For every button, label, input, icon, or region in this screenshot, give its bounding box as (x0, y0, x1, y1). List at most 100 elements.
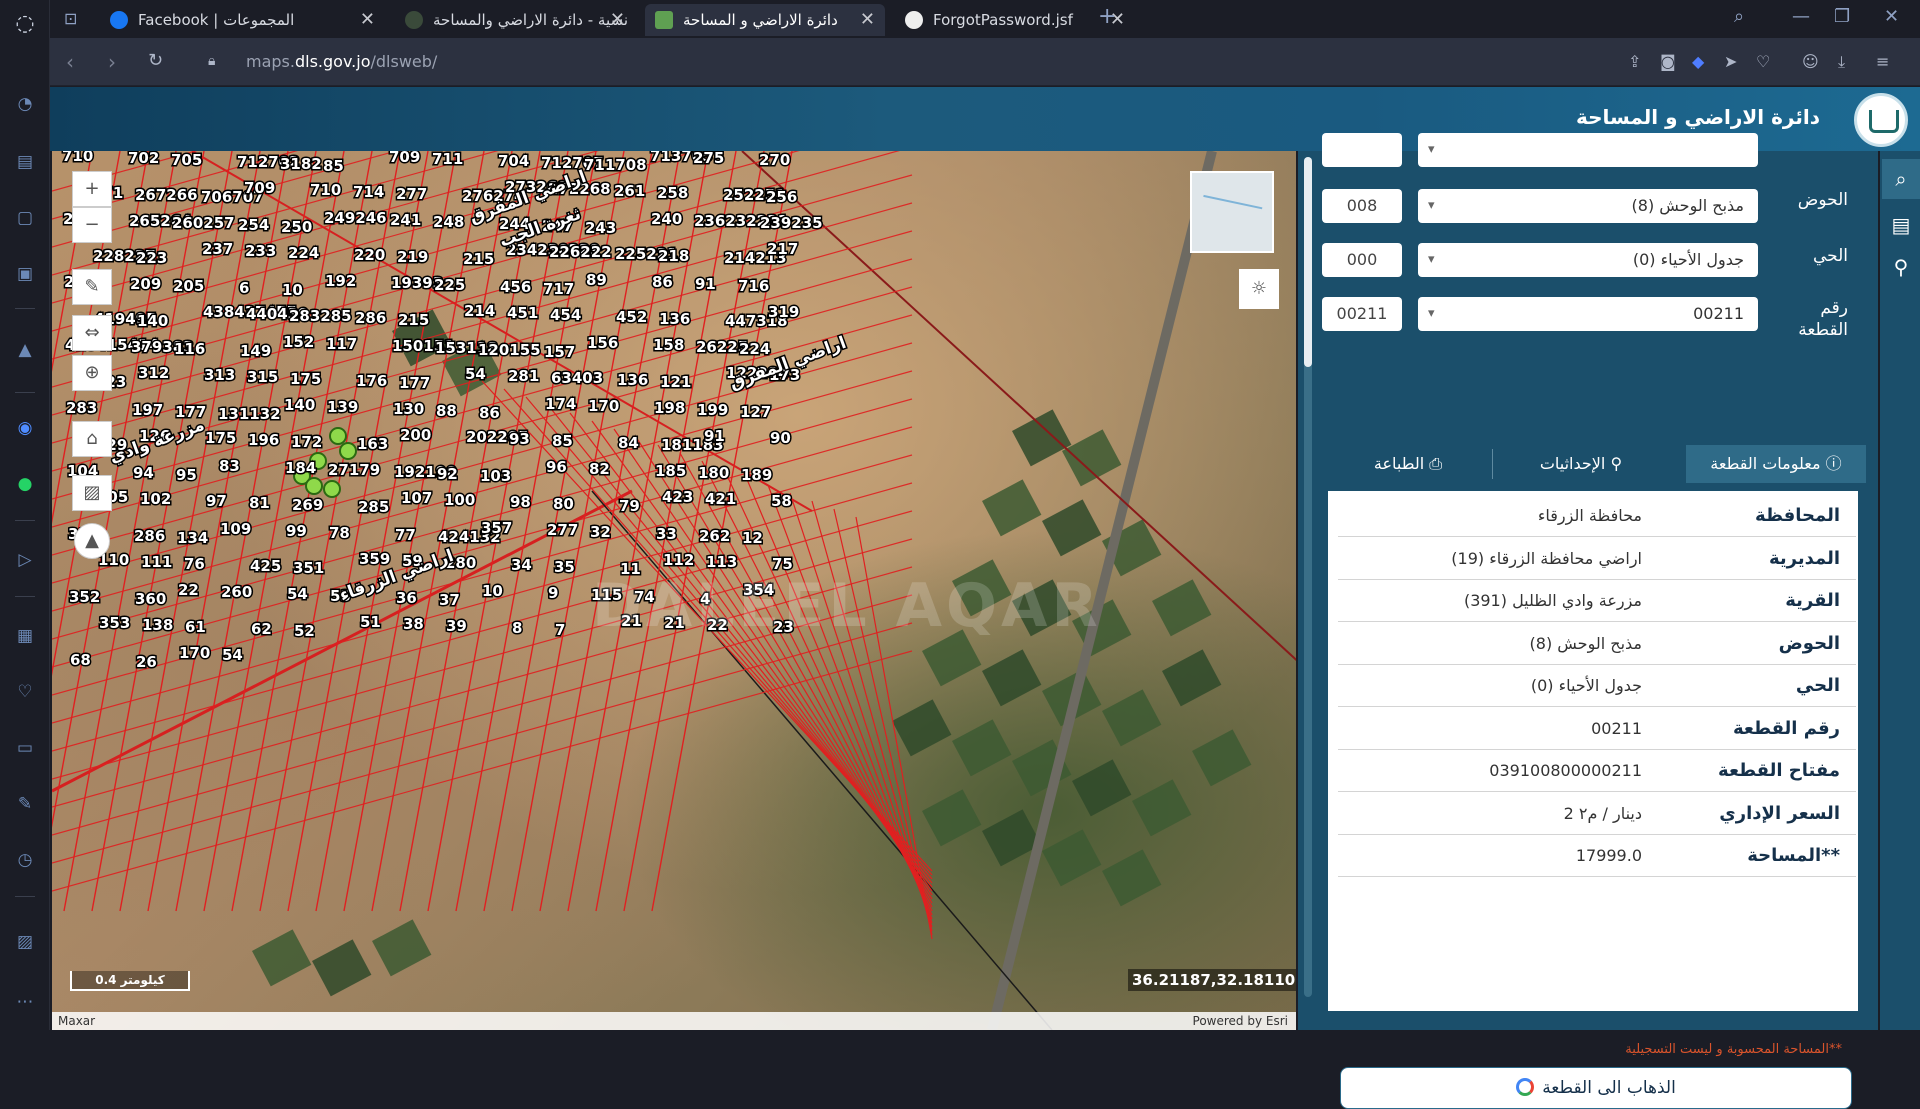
favorite-icon[interactable]: ♡ (1756, 52, 1770, 71)
parcel-number-label: 26 (136, 653, 157, 671)
tab-facebook[interactable]: Facebook | المجموعات ✕ (100, 4, 385, 36)
parcel-number-label: 711 (432, 151, 463, 168)
close-tab-icon[interactable]: ✕ (360, 4, 375, 36)
panel-side-icons: ⌕ ▤ ⚲ (1880, 151, 1920, 1030)
tab-dls-active[interactable]: دائرة الاراضي و المساحة ✕ (645, 4, 885, 36)
locate-icon[interactable]: ⊕ (72, 355, 112, 391)
crop-field (1152, 579, 1212, 637)
tab-print[interactable]: الطباعة ⎙ (1328, 445, 1488, 483)
selection-vertex (323, 480, 341, 498)
history-icon[interactable]: ◷ (13, 848, 37, 872)
bookmarks-heart-icon[interactable]: ♡ (13, 680, 37, 704)
pinboard-icon[interactable]: ✎ (13, 792, 37, 816)
basemap-toggle-button[interactable]: ☼ (1239, 269, 1279, 309)
layers-icon[interactable]: ▨ (72, 475, 112, 511)
parcel-number-label: 112 (663, 551, 694, 569)
parcel-number-label: 54 (287, 585, 308, 603)
location-pin-icon[interactable]: ⚲ (1889, 255, 1913, 279)
parcel-number-label: 277 (547, 521, 578, 539)
esri-credit[interactable]: Powered by Esri (1193, 1012, 1288, 1030)
extensions-icon[interactable]: ▣ (13, 262, 37, 286)
snapshot-icon[interactable]: ▨ (13, 930, 37, 954)
map-view[interactable]: 710 702 705 712702 3182 85 709 711 704 712707 7117… (52, 151, 1296, 1030)
reload-icon[interactable]: ↻ (148, 50, 163, 71)
sidebar-divider (15, 596, 35, 597)
basin-code-field[interactable]: 008 (1322, 189, 1402, 223)
parcel-info-card: المحافظة محافظة الزرقاء المديرية اراضي محاف… (1328, 491, 1858, 1109)
tab-coordinates[interactable]: الإحداثيات ⚲ (1496, 445, 1666, 483)
forward-icon[interactable]: › (108, 50, 116, 74)
download-icon[interactable]: ⤓ (1838, 52, 1845, 72)
aria-icon[interactable]: ▲ (13, 338, 37, 362)
village-code-field[interactable] (1322, 133, 1402, 167)
url-field[interactable]: maps.dls.gov.jo/dlsweb/ (246, 52, 437, 71)
neighborhood-code-field[interactable]: 000 (1322, 243, 1402, 277)
close-tab-icon[interactable]: ✕ (860, 4, 875, 36)
parcel-code-field[interactable]: 00211 (1322, 297, 1402, 331)
parcel-number-label: 92 (437, 465, 458, 483)
parcel-number-label: 12 (742, 529, 763, 547)
dls-logo-icon[interactable] (1854, 93, 1908, 147)
info-row: السعر الإداري 2 دينار / م٢ (1338, 793, 1856, 835)
parcel-number-label: 237 (202, 240, 233, 258)
home-icon[interactable]: ⌂ (72, 421, 112, 457)
maximize-icon[interactable]: ❐ (1834, 6, 1850, 27)
services-icon[interactable]: ▤ (1889, 213, 1913, 237)
profile-icon[interactable]: ☺ (1802, 52, 1819, 71)
parcel-number-label: 176 (356, 372, 387, 390)
back-icon[interactable]: ‹ (66, 50, 74, 74)
info-row: الحوض مذبح الوحش (8) (1338, 623, 1856, 665)
new-tab-button[interactable]: + (1098, 4, 1116, 29)
send-icon[interactable]: ➤ (1724, 52, 1737, 71)
draw-icon[interactable]: ✎ (72, 269, 112, 305)
crop-field (1132, 779, 1192, 837)
village-select[interactable] (1418, 133, 1758, 167)
parcel-number-label: 157 (544, 343, 575, 361)
parcel-number-label: 22 (178, 581, 199, 599)
search-icon[interactable]: ⌕ (1882, 159, 1920, 199)
browser-sidebar: ◌ ◔ ▤ ▢ ▣ ▲ ◉ ● ▷ ▦ ♡ ▭ ✎ ◷ ▨ ⋯ (0, 0, 50, 1030)
whatsapp-icon[interactable]: ● (13, 472, 37, 496)
opera-logo-icon[interactable]: ◌ (13, 12, 37, 36)
parcel-number-label: 709 (244, 179, 275, 197)
measure-icon[interactable]: ⇔ (72, 315, 112, 351)
twitch-icon[interactable]: ▢ (13, 206, 37, 230)
parcel-number-label: 76 (184, 555, 205, 573)
close-window-icon[interactable]: ✕ (1884, 6, 1899, 27)
tab-parcel-info[interactable]: معلومات القطعة ⓘ (1686, 445, 1866, 483)
shopping-icon[interactable]: ▤ (13, 150, 37, 174)
parcel-select[interactable]: 00211 (1418, 297, 1758, 331)
parcel-number-label: 248 (433, 213, 464, 231)
minimize-icon[interactable]: — (1792, 6, 1810, 27)
overview-map[interactable] (1190, 171, 1274, 253)
parcel-number-label: 36 (396, 589, 417, 607)
parcel-number-label: 200 (400, 426, 431, 444)
tab-dls-other[interactable]: نسية - دائرة الاراضي والمساحة ✕ (395, 4, 635, 36)
zoom-out-button[interactable]: − (72, 207, 112, 243)
workspaces-icon[interactable]: ▦ (13, 624, 37, 648)
basin-select[interactable]: مذبح الوحش (8) (1418, 189, 1758, 223)
info-row: المديرية اراضي محافظة الزرقاء (19) (1338, 538, 1856, 580)
camera-icon[interactable]: ◙ (1660, 52, 1676, 71)
goto-parcel-button[interactable]: الذهاب الى القطعة (1340, 1067, 1852, 1109)
search-tabs-icon[interactable]: ⌕ (1734, 6, 1744, 27)
map-attribution: Maxar Powered by Esri (52, 1012, 1296, 1030)
messenger-icon[interactable]: ◉ (13, 416, 37, 440)
panel-scroll-thumb[interactable] (1304, 157, 1312, 367)
more-icon[interactable]: ⋯ (13, 990, 37, 1014)
parcel-number-label: 286 (134, 527, 165, 545)
zoom-in-button[interactable]: + (72, 171, 112, 207)
compass-icon[interactable]: ▲ (74, 523, 110, 559)
news-icon[interactable]: ▭ (13, 736, 37, 760)
parcel-number-label: 233 (245, 242, 276, 260)
easy-setup-icon[interactable]: ≡ (1876, 52, 1889, 71)
crop-field (1062, 429, 1122, 487)
player-icon[interactable]: ▷ (13, 548, 37, 572)
close-tab-icon[interactable]: ✕ (610, 4, 625, 36)
neighborhood-select[interactable]: جدول الأحياء (0) (1418, 243, 1758, 277)
speed-dial-icon[interactable]: ◔ (13, 92, 37, 116)
vpn-shield-icon[interactable]: ◆ (1692, 52, 1704, 71)
share-icon[interactable]: ⇪ (1628, 52, 1641, 71)
game-controller-icon[interactable]: ⊡ (64, 9, 77, 28)
address-bar: ‹ › ↻ 🔒︎ maps.dls.gov.jo/dlsweb/ ⇪ ◙ ◆ ➤… (50, 38, 1920, 86)
